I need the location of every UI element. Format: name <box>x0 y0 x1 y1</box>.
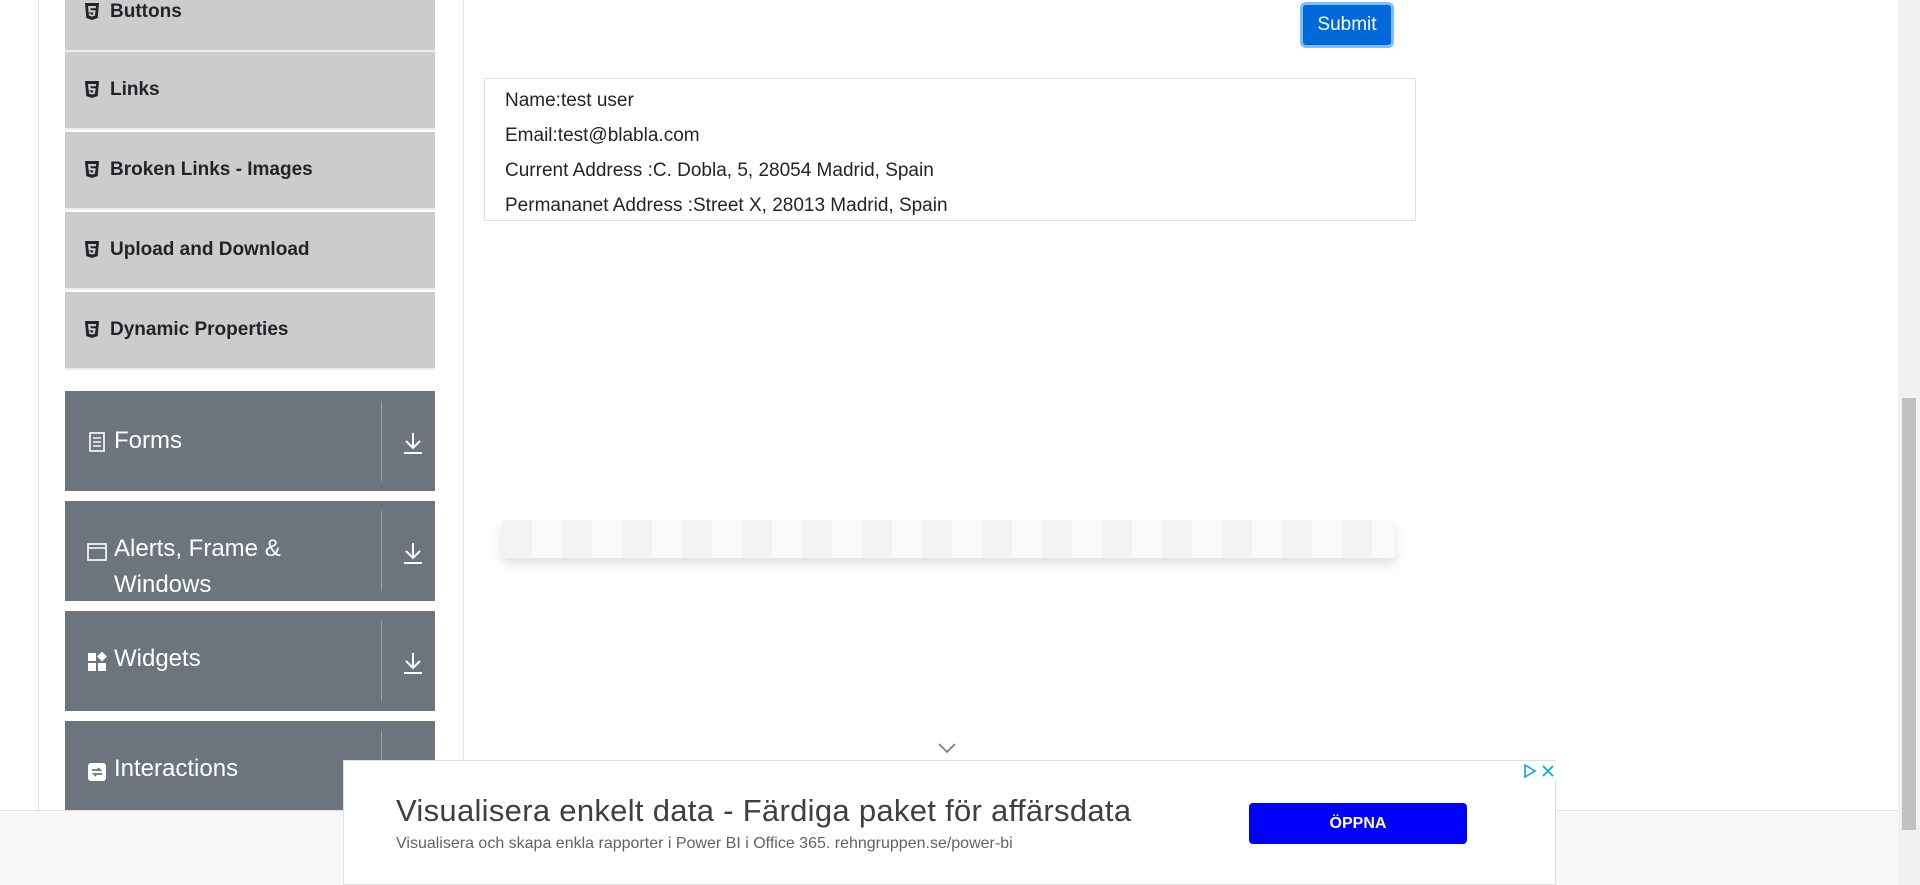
ad-choices-icon[interactable] <box>1520 762 1538 780</box>
output-box: Name:test user Email:test@blabla.com Cur… <box>484 78 1416 221</box>
output-name: Name:test user <box>505 90 634 111</box>
close-icon[interactable] <box>1539 762 1557 780</box>
scrollbar-thumb[interactable] <box>1902 398 1916 830</box>
sidebar-divider <box>463 0 464 810</box>
group-label: Widgets <box>114 645 201 672</box>
html5-icon <box>85 161 99 178</box>
ad-banner[interactable]: Visualisera enkelt data - Färdiga paket … <box>343 760 1557 885</box>
group-label: Alerts, Frame & Windows <box>114 535 281 598</box>
group-separator <box>381 401 382 481</box>
group-label: Forms <box>114 427 182 454</box>
sidebar-item-label: Links <box>110 79 160 100</box>
html5-icon <box>85 3 99 20</box>
download-arrow-icon <box>404 433 422 454</box>
output-email: Email:test@blabla.com <box>505 125 700 146</box>
interactions-icon <box>88 763 106 781</box>
output-current-address: Current Address :C. Dobla, 5, 28054 Madr… <box>505 160 934 181</box>
sidebar-item-buttons[interactable]: Buttons <box>65 0 435 52</box>
group-separator <box>381 511 382 591</box>
sidebar-item-label: Buttons <box>110 1 182 22</box>
submit-button[interactable]: Submit <box>1300 2 1394 48</box>
sidebar-item-label: Dynamic Properties <box>110 319 289 340</box>
sidebar-item-label: Upload and Download <box>110 239 310 260</box>
window-icon <box>87 543 107 561</box>
html5-icon <box>85 81 99 98</box>
group-label: Interactions <box>114 755 239 782</box>
sidebar-group-widgets[interactable]: Widgets <box>65 611 435 711</box>
ad-subtitle[interactable]: Visualisera och skapa enkla rapporter i … <box>396 835 1013 853</box>
left-guide-line <box>38 0 39 810</box>
chevron-down-icon[interactable] <box>937 742 957 754</box>
sidebar-group-alerts[interactable]: Alerts, Frame & Windows <box>65 501 435 601</box>
sidebar-group-forms[interactable]: Forms <box>65 391 435 491</box>
html5-icon <box>85 321 99 338</box>
widgets-icon <box>88 652 107 671</box>
ad-open-button[interactable]: ÖPPNA <box>1249 803 1467 844</box>
group-separator <box>381 621 382 701</box>
ad-title[interactable]: Visualisera enkelt data - Färdiga paket … <box>396 793 1131 829</box>
ad-placeholder-strip <box>502 520 1395 558</box>
download-arrow-icon <box>404 543 422 564</box>
sidebar-item-label: Broken Links - Images <box>110 159 313 180</box>
document-icon <box>89 432 105 452</box>
sidebar-item-upload-download[interactable]: Upload and Download <box>65 212 435 290</box>
output-permanent-address: Permananet Address :Street X, 28013 Madr… <box>505 195 948 216</box>
sidebar-item-broken-links[interactable]: Broken Links - Images <box>65 132 435 210</box>
sidebar-item-dynamic-properties[interactable]: Dynamic Properties <box>65 292 435 370</box>
sidebar-item-links[interactable]: Links <box>65 52 435 130</box>
html5-icon <box>85 241 99 258</box>
download-arrow-icon <box>404 653 422 674</box>
page: Buttons Links Broken Links - Images Uplo… <box>0 0 1920 885</box>
